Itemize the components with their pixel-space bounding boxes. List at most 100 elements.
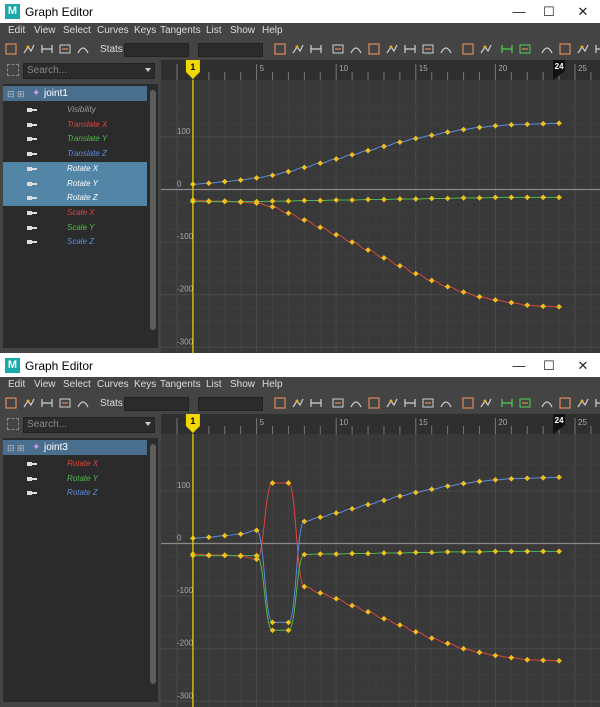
menu-view[interactable]: View [34,25,56,36]
insert-key-icon[interactable] [22,42,36,56]
move-key-icon[interactable] [4,396,18,410]
normalize-icon[interactable] [576,396,590,410]
auto-tangent-icon[interactable] [331,396,345,410]
menu-list[interactable]: List [206,379,222,390]
spline-tangent-icon[interactable] [349,396,363,410]
plateau-tangent-icon[interactable] [439,42,453,56]
break-tangent-icon[interactable] [461,42,475,56]
menu-keys[interactable]: Keys [134,25,156,36]
menu-edit[interactable]: Edit [8,25,25,36]
expand-icon[interactable]: ⊟ ⊞ [7,89,25,100]
search-dropdown-icon[interactable] [145,68,151,72]
spline-tangent-icon[interactable] [349,42,363,56]
unify-tangent-icon[interactable] [479,396,493,410]
region-icon[interactable] [58,396,72,410]
insert-key-icon[interactable] [22,396,36,410]
attribute-row[interactable]: Rotate Y [3,176,147,192]
menu-help[interactable]: Help [262,25,283,36]
flat-tangent-icon[interactable] [403,396,417,410]
dope-sheet-icon[interactable] [594,396,600,410]
region-icon[interactable] [58,42,72,56]
lattice-icon[interactable] [40,396,54,410]
frame-all-icon[interactable] [273,396,287,410]
retime-icon[interactable] [76,396,90,410]
step-tangent-icon[interactable] [421,42,435,56]
search-input[interactable]: Search... [23,63,155,79]
snap-icon[interactable] [558,396,572,410]
buffer-curve-icon[interactable] [540,396,554,410]
menu-select[interactable]: Select [63,25,91,36]
snap-icon[interactable] [558,42,572,56]
plateau-tangent-icon[interactable] [439,396,453,410]
attribute-row[interactable]: Rotate X [3,457,147,472]
attribute-row[interactable]: Rotate X [3,161,147,177]
menu-show[interactable]: Show [230,379,255,390]
dope-sheet-icon[interactable] [594,42,600,56]
attribute-row[interactable]: Scale X [3,206,147,221]
attribute-row[interactable]: Rotate Z [3,191,147,207]
maximize-button[interactable]: ☐ [532,354,566,377]
minimize-button[interactable]: — [502,0,536,23]
break-tangent-icon[interactable] [461,396,475,410]
graph-svg[interactable]: 5 10 15 20 25 100 0 -100 -200 -300 24 1 [161,414,600,707]
attribute-row[interactable]: Scale Y [3,221,147,236]
linear-tangent-icon[interactable] [385,42,399,56]
outliner-scroll-thumb[interactable] [150,90,156,330]
expand-icon[interactable]: ⊟ ⊞ [7,443,25,454]
menu-help[interactable]: Help [262,379,283,390]
menu-tangents[interactable]: Tangents [160,25,201,36]
attribute-row[interactable]: Translate Z [3,147,147,162]
search-input[interactable]: Search... [23,417,155,433]
frame-selection-icon[interactable] [291,396,305,410]
move-key-icon[interactable] [4,42,18,56]
graph-view[interactable]: 5 10 15 20 25 100 0 -100 -200 -300 24 1 [161,414,600,707]
clamped-tangent-icon[interactable] [367,42,381,56]
minimize-button[interactable]: — [502,354,536,377]
menu-curves[interactable]: Curves [97,379,129,390]
attribute-row[interactable]: Visibility [3,103,147,118]
graph-view[interactable]: 5 10 15 20 25 100 0 -100 -200 -300 24 1 [161,60,600,353]
normalize-icon[interactable] [576,42,590,56]
pre-infinity-icon[interactable] [500,396,514,410]
frame-playback-icon[interactable] [309,396,323,410]
frame-playback-icon[interactable] [309,42,323,56]
menu-keys[interactable]: Keys [134,379,156,390]
maximize-button[interactable]: ☐ [532,0,566,23]
menu-show[interactable]: Show [230,25,255,36]
menu-tangents[interactable]: Tangents [160,379,201,390]
flat-tangent-icon[interactable] [403,42,417,56]
menu-list[interactable]: List [206,25,222,36]
attribute-row[interactable]: Scale Z [3,235,147,250]
retime-icon[interactable] [76,42,90,56]
outliner-joint-row[interactable]: ⊟ ⊞ ✦ joint3 [3,440,147,455]
graph-svg[interactable]: 5 10 15 20 25 100 0 -100 -200 -300 24 1 [161,60,600,353]
menu-curves[interactable]: Curves [97,25,129,36]
step-tangent-icon[interactable] [421,396,435,410]
clamped-tangent-icon[interactable] [367,396,381,410]
post-infinity-icon[interactable] [518,396,532,410]
auto-tangent-icon[interactable] [331,42,345,56]
menu-view[interactable]: View [34,379,56,390]
menu-select[interactable]: Select [63,379,91,390]
linear-tangent-icon[interactable] [385,396,399,410]
attribute-row[interactable]: Translate X [3,118,147,133]
attribute-row[interactable]: Rotate Y [3,472,147,487]
search-dropdown-icon[interactable] [145,422,151,426]
close-button[interactable]: ✕ [566,0,600,23]
filter-icon[interactable] [7,418,19,430]
close-button[interactable]: ✕ [566,354,600,377]
frame-selection-icon[interactable] [291,42,305,56]
filter-icon[interactable] [7,64,19,76]
outliner-scrollbar[interactable] [148,438,158,702]
outliner-scroll-thumb[interactable] [150,444,156,684]
post-infinity-icon[interactable] [518,42,532,56]
attribute-row[interactable]: Rotate Z [3,486,147,501]
outliner-joint-row[interactable]: ⊟ ⊞ ✦ joint1 [3,86,147,101]
buffer-curve-icon[interactable] [540,42,554,56]
menu-edit[interactable]: Edit [8,379,25,390]
pre-infinity-icon[interactable] [500,42,514,56]
unify-tangent-icon[interactable] [479,42,493,56]
lattice-icon[interactable] [40,42,54,56]
attribute-row[interactable]: Translate Y [3,132,147,147]
outliner-scrollbar[interactable] [148,84,158,348]
